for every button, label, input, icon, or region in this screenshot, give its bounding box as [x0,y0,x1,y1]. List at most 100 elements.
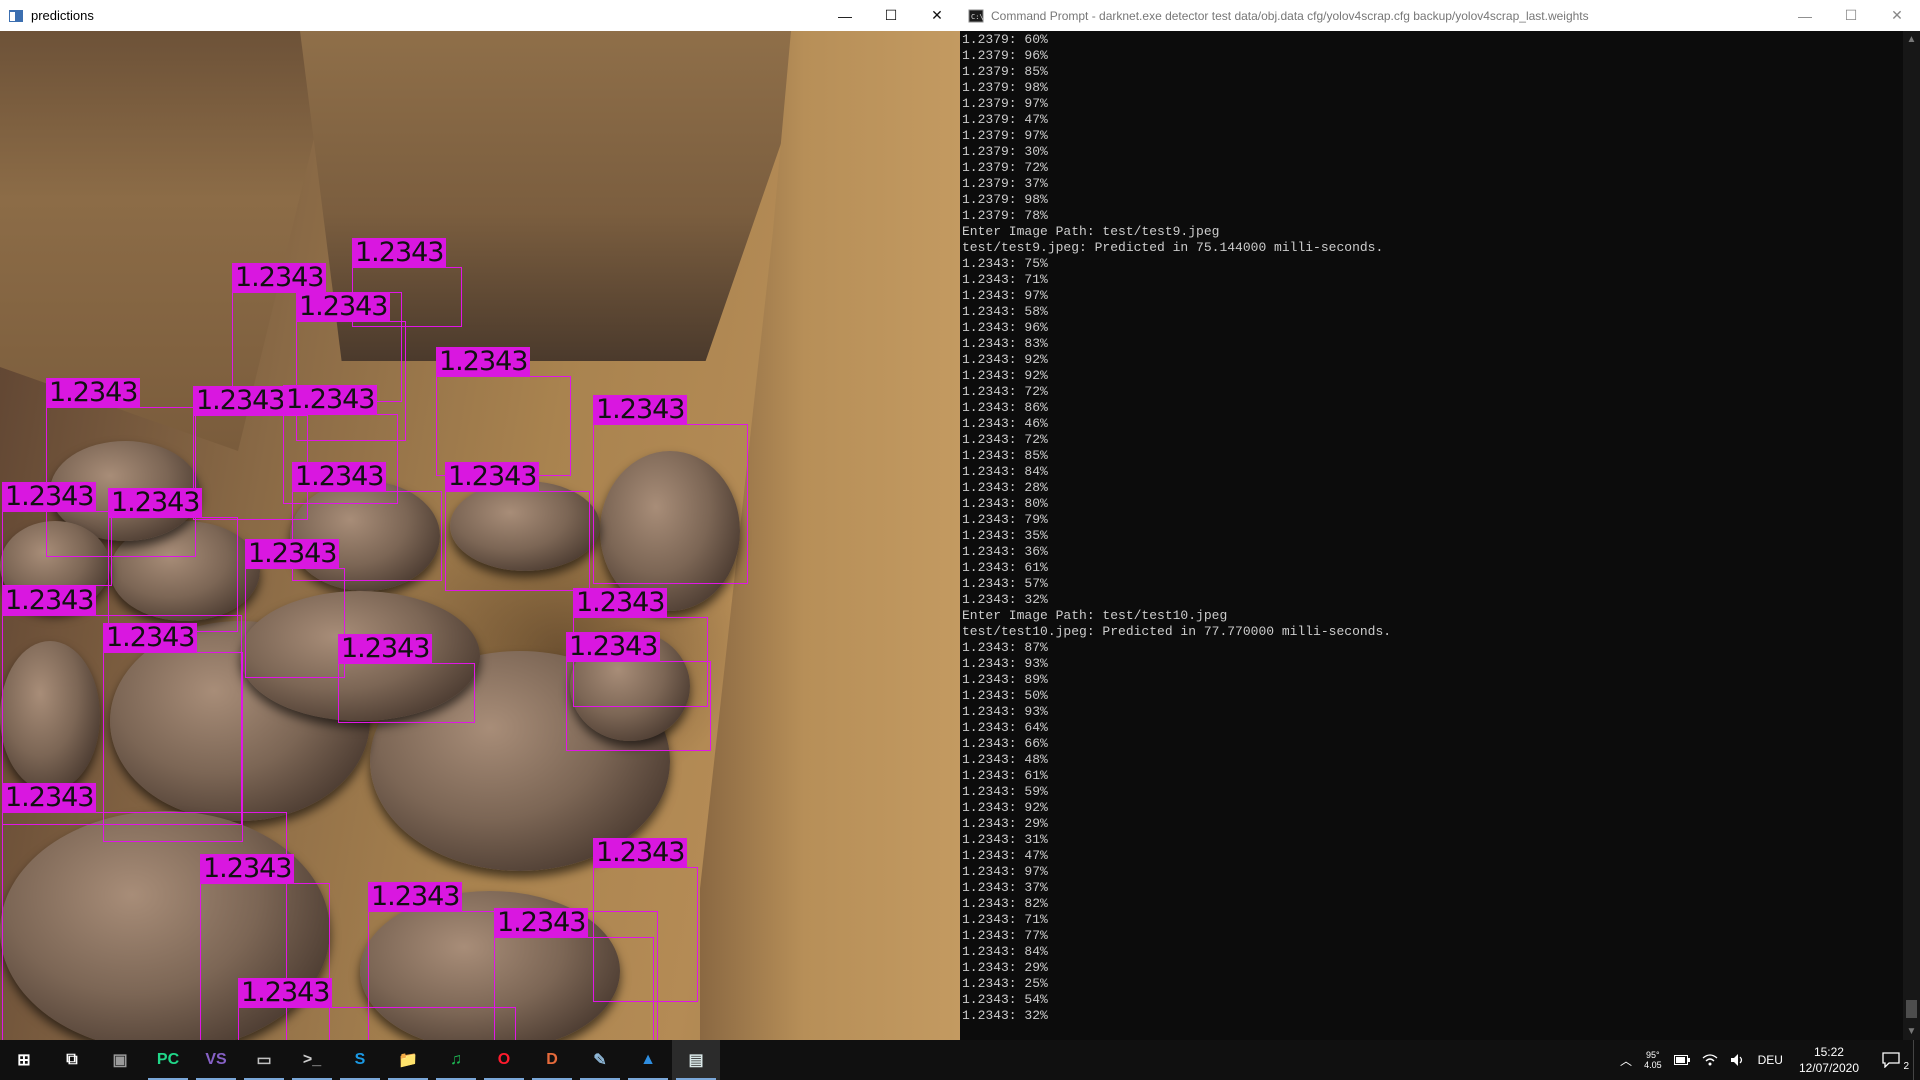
console-line: 1.2379: 37% [962,176,1048,191]
console-line: 1.2343: 84% [962,464,1048,479]
console-line: test/test10.jpeg: Predicted in 77.770000… [962,624,1392,639]
task-view-button[interactable]: ⧉ [48,1040,96,1080]
detection-box: 1.2343 [593,395,748,584]
cmd-titlebar[interactable]: C:\ Command Prompt - darknet.exe detecto… [960,0,1920,31]
detection-label: 1.2343 [238,978,333,1008]
predictions-titlebar[interactable]: predictions — ☐ ✕ [0,0,960,31]
predictions-app-button[interactable]: ▤ [672,1040,720,1080]
maximize-button[interactable]: ☐ [868,0,914,31]
detection-label: 1.2343 [283,385,378,415]
minimize-button[interactable]: — [1782,0,1828,31]
console-line: Enter Image Path: test/test9.jpeg [962,224,1220,239]
volume-icon[interactable] [1724,1040,1752,1080]
notification-count: 2 [1903,1061,1909,1072]
console-line: 1.2343: 72% [962,432,1048,447]
console-line: 1.2343: 58% [962,304,1048,319]
clock[interactable]: 15:22 12/07/2020 [1789,1044,1869,1076]
detection-label: 1.2343 [200,854,295,884]
detection-label: 1.2343 [352,238,447,268]
console-line: 1.2343: 71% [962,912,1048,927]
visual-studio-button[interactable]: VS [192,1040,240,1080]
start-button[interactable]: ⊞ [0,1040,48,1080]
console-line: 1.2343: 29% [962,816,1048,831]
scrollbar-thumb[interactable] [1906,1000,1917,1018]
detection-box: 1.2343 [238,978,516,1040]
app-window-icon: ▣ [112,1052,128,1069]
terminal-button[interactable]: >_ [288,1040,336,1080]
console-line: 1.2343: 46% [962,416,1048,431]
app-window-icon [9,9,23,22]
window-app-button[interactable]: ▭ [240,1040,288,1080]
console-line: 1.2379: 98% [962,80,1048,95]
close-button[interactable]: ✕ [1874,0,1920,31]
network-icon[interactable] [1696,1040,1724,1080]
console-line: 1.2379: 47% [962,112,1048,127]
console-output[interactable]: 1.2379: 60% 1.2379: 96% 1.2379: 85% 1.2379:… [962,32,1892,1038]
maximize-button[interactable]: ☐ [1828,0,1874,31]
taskbar-apps: ⊞ ⧉ ▣ PC VS ▭ >_ S 📁 ♫ O D ✎ ▲ ▤ [0,1040,720,1080]
file-explorer-button[interactable]: 📁 [384,1040,432,1080]
scroll-up-arrow-icon[interactable]: ▲ [1903,31,1920,48]
detection-label: 1.2343 [593,395,688,425]
detection-box: 1.2343 [445,462,590,591]
detection-label: 1.2343 [232,263,327,293]
opera-button[interactable]: O [480,1040,528,1080]
scroll-down-arrow-icon[interactable]: ▼ [1903,1023,1920,1040]
app-window-button[interactable]: ▣ [96,1040,144,1080]
console-line: 1.2343: 57% [962,576,1048,591]
notifications-icon[interactable]: 2 [1869,1040,1913,1080]
pycharm-icon: PC [156,1051,180,1068]
detection-label: 1.2343 [338,634,433,664]
cpu-temp-indicator[interactable]: 95° 4.05 [1638,1040,1668,1080]
close-button[interactable]: ✕ [914,0,960,31]
prediction-image: 1.2343 1.2343 1.2343 1.2343 1.2343 1.234… [0,31,960,1040]
discord-button[interactable]: D [528,1040,576,1080]
console-line: 1.2343: 31% [962,832,1048,847]
console-line: 1.2343: 54% [962,992,1048,1007]
vertical-scrollbar[interactable]: ▲ ▼ [1903,31,1920,1040]
detection-box: 1.2343 [2,482,112,586]
battery-icon[interactable] [1668,1040,1696,1080]
discord-icon: D [546,1051,558,1068]
console-line: 1.2343: 85% [962,448,1048,463]
spotify-button[interactable]: ♫ [432,1040,480,1080]
detection-label: 1.2343 [445,462,540,492]
file-explorer-icon: 📁 [398,1052,418,1069]
system-tray: ︿ 95° 4.05 DEU 15:22 12/07/2020 2 [1614,1040,1920,1080]
notes-app-button[interactable]: ✎ [576,1040,624,1080]
console-line: 1.2343: 28% [962,480,1048,495]
steam-button[interactable]: S [336,1040,384,1080]
minimize-button[interactable]: — [822,0,868,31]
console-line: 1.2343: 50% [962,688,1048,703]
detection-label: 1.2343 [593,838,688,868]
detection-label: 1.2343 [103,623,198,653]
console-line: 1.2343: 83% [962,336,1048,351]
console-line: 1.2379: 96% [962,48,1048,63]
detection-label: 1.2343 [296,292,391,322]
detection-label: 1.2343 [46,378,141,408]
detection-label: 1.2343 [292,462,387,492]
show-desktop-button[interactable] [1913,1040,1920,1080]
window-title: Command Prompt - darknet.exe detector te… [991,8,1589,23]
detection-label: 1.2343 [573,588,668,618]
console-line: 1.2343: 29% [962,960,1048,975]
console-line: 1.2343: 25% [962,976,1048,991]
console-line: 1.2343: 92% [962,800,1048,815]
photos-button[interactable]: ▲ [624,1040,672,1080]
detection-label: 1.2343 [245,539,340,569]
console-line: 1.2343: 32% [962,1008,1048,1023]
console-line: 1.2343: 77% [962,928,1048,943]
console-line: 1.2343: 80% [962,496,1048,511]
detection-label: 1.2343 [494,908,589,938]
console-line: 1.2379: 85% [962,64,1048,79]
detection-label: 1.2343 [2,783,97,813]
console-line: 1.2343: 35% [962,528,1048,543]
detection-label: 1.2343 [566,632,661,662]
command-prompt-window[interactable]: C:\ Command Prompt - darknet.exe detecto… [960,0,1920,1040]
detection-label: 1.2343 [436,347,531,377]
predictions-window[interactable]: predictions — ☐ ✕ 1.2343 1.2343 1.2343 1… [0,0,960,1040]
pycharm-button[interactable]: PC [144,1040,192,1080]
tray-overflow-chevron-icon[interactable]: ︿ [1614,1040,1638,1080]
language-indicator[interactable]: DEU [1752,1040,1789,1080]
console-line: 1.2343: 86% [962,400,1048,415]
